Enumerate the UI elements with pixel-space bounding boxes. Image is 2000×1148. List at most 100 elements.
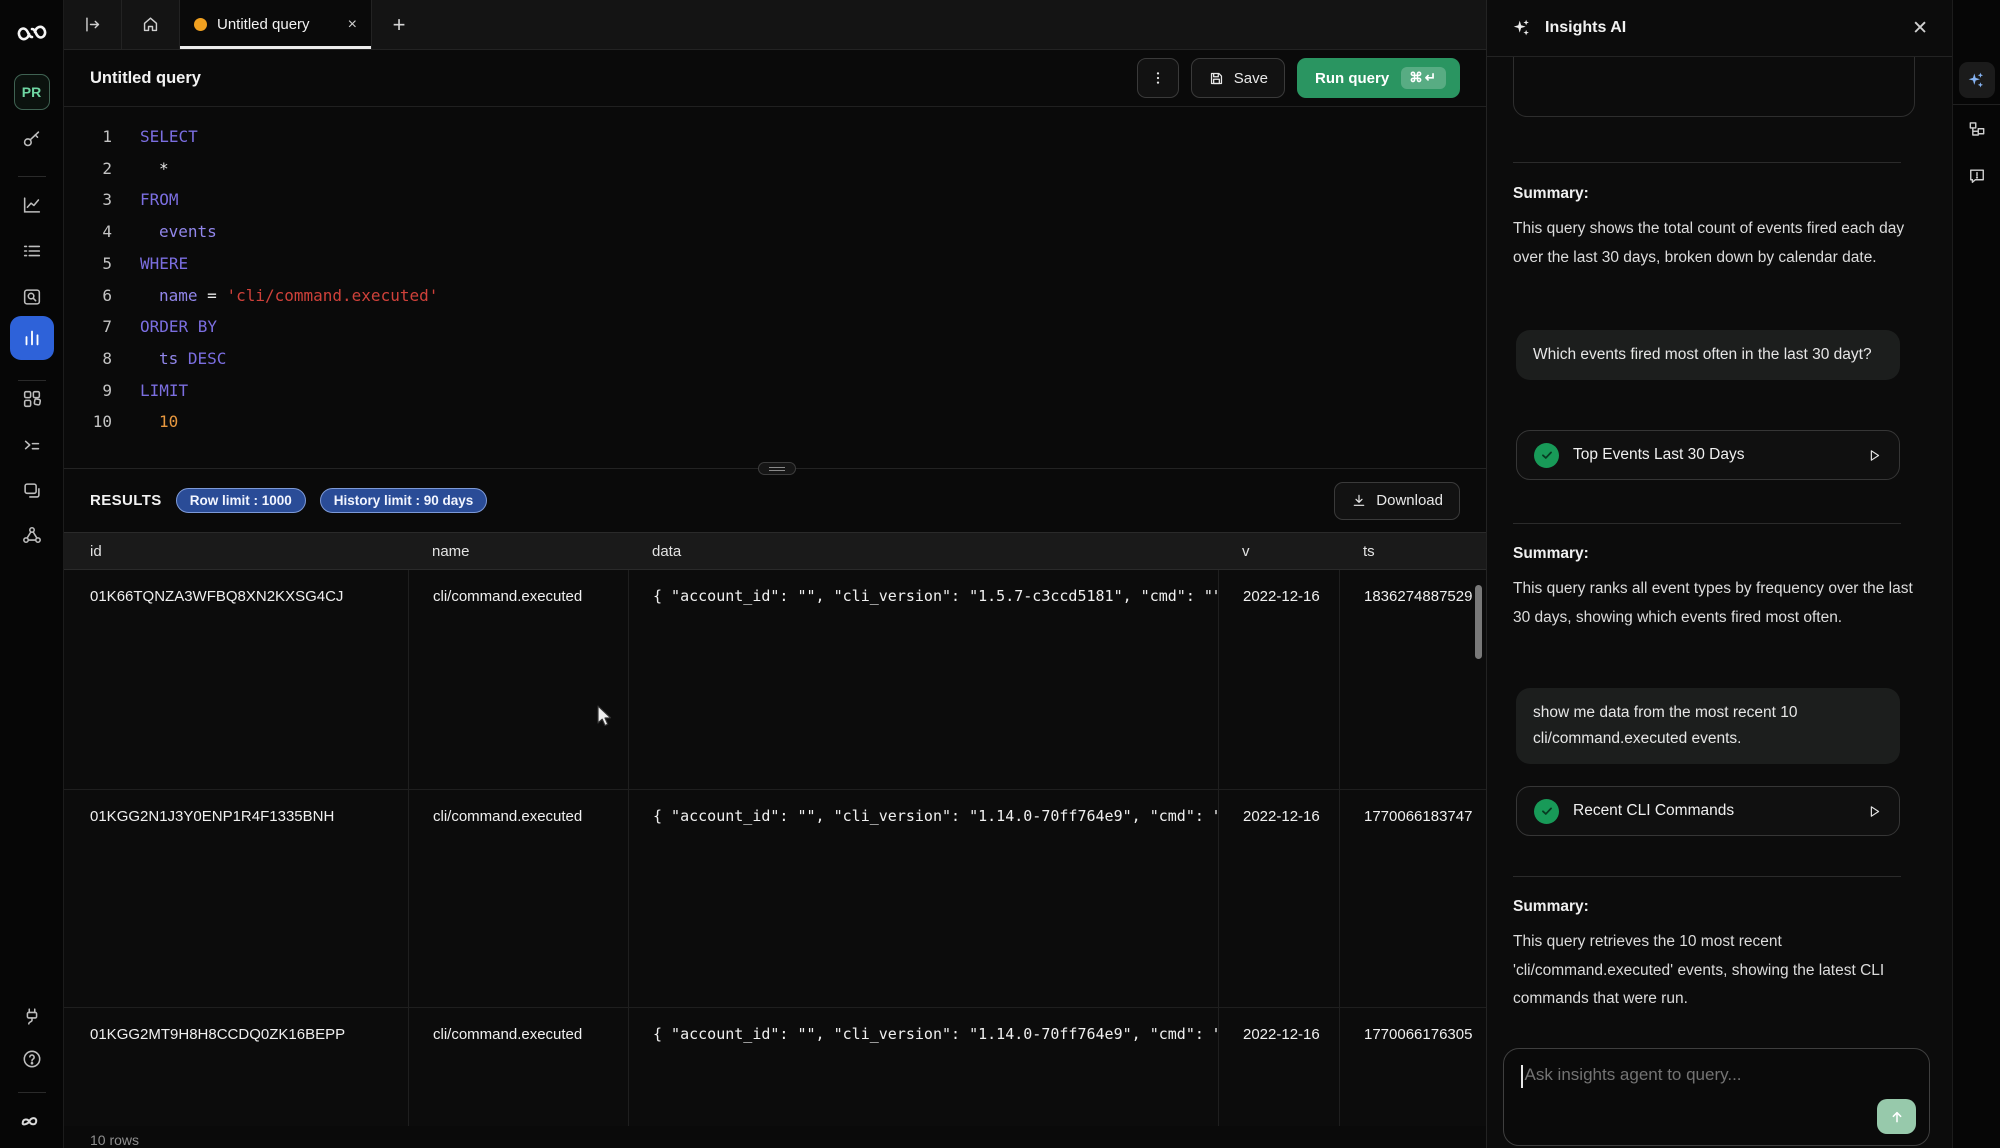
cell-v: 2022-12-16 [1218,790,1339,1007]
table-body: 01K66TQNZA3WFBQ8XN2KXSG4CJ cli/command.e… [64,570,1486,1126]
insights-scroll-area[interactable]: Summary: This query shows the total coun… [1487,57,1952,1148]
cell-name: cli/command.executed [408,570,628,789]
close-panel-icon[interactable]: ✕ [1912,19,1928,38]
query-card-label: Top Events Last 30 Days [1573,446,1744,464]
main-panel: Untitled query × + Untitled query Save R… [64,0,1486,1148]
download-button[interactable]: Download [1334,482,1460,520]
summary-text: This query shows the total count of even… [1513,215,1913,272]
schema-tree-icon[interactable] [1959,112,1995,148]
history-limit-badge[interactable]: History limit : 90 days [320,488,488,513]
unsaved-dot-icon [194,18,207,31]
user-question-bubble: Which events fired most often in the las… [1516,330,1900,380]
sidebar-divider [18,380,46,381]
input-placeholder: Ask insights agent to query... [1525,1065,1742,1085]
run-query-button[interactable]: Run query ⌘↵ [1297,58,1460,98]
code-line: 1010 [64,406,1486,438]
metrics-chart-icon[interactable] [21,194,43,216]
code-line: 5WHERE [64,248,1486,280]
text-caret [1521,1065,1523,1088]
check-circle-icon [1534,799,1559,824]
tab-close-icon[interactable]: × [348,17,357,33]
code-line: 1SELECT [64,121,1486,153]
app-window: PR [0,0,2000,1148]
key-icon[interactable] [21,128,43,150]
summary-heading: Summary: [1513,898,1589,916]
column-header-id[interactable]: id [64,543,408,560]
functions-terminal-icon[interactable] [21,434,43,456]
suggested-query-card-top-events[interactable]: Top Events Last 30 Days [1516,430,1900,480]
section-divider [1513,523,1901,524]
cell-ts: 1836274887529 [1339,570,1486,789]
cell-ts: 1770066176305 [1339,1008,1486,1126]
help-icon[interactable] [21,1048,43,1070]
column-header-ts[interactable]: ts [1339,543,1486,560]
webhook-icon[interactable] [21,524,43,546]
query-card-label: Recent CLI Commands [1573,802,1734,820]
new-tab-button[interactable]: + [372,0,426,49]
cell-data-json: { "account_id": "", "cli_version": "1.14… [628,1008,1218,1126]
collapse-sidebar-icon[interactable] [64,0,122,49]
table-row[interactable]: 01KGG2MT9H8H8CCDQ0ZK16BEPP cli/command.e… [64,1008,1486,1126]
results-label: RESULTS [90,492,162,509]
sql-editor[interactable]: 1SELECT 2* 3FROM 4events 5WHERE 6name = … [64,107,1486,468]
save-icon [1208,70,1225,87]
table-row[interactable]: 01K66TQNZA3WFBQ8XN2KXSG4CJ cli/command.e… [64,570,1486,790]
cell-data-json: { "account_id": "", "cli_version": "1.5.… [628,570,1218,789]
column-header-data[interactable]: data [628,543,1218,560]
download-label: Download [1376,492,1443,509]
insights-ai-sparkles-icon[interactable] [1959,62,1995,98]
ask-agent-input[interactable]: Ask insights agent to query... [1503,1048,1930,1146]
code-line: 4events [64,216,1486,248]
cell-id: 01K66TQNZA3WFBQ8XN2KXSG4CJ [64,570,408,789]
sparkles-icon [1511,17,1533,39]
user-question-bubble: show me data from the most recent 10 cli… [1516,688,1900,764]
summary-heading: Summary: [1513,185,1589,203]
insights-header: Insights AI ✕ [1487,0,1952,57]
home-icon[interactable] [122,0,180,49]
event-logs-icon[interactable] [21,240,43,262]
code-line: 6name = 'cli/command.executed' [64,280,1486,312]
integrations-plug-icon[interactable] [21,1006,43,1028]
save-label: Save [1234,70,1268,87]
code-line: 2* [64,153,1486,185]
app-logo-icon[interactable] [15,20,49,46]
insights-bar-chart-icon[interactable] [10,316,54,360]
footer-logo-icon [17,1110,47,1132]
table-scrollbar-thumb[interactable] [1475,585,1482,659]
cell-ts: 1770066183747 [1339,790,1486,1007]
chat-threads-icon[interactable] [21,480,43,502]
tab-label: Untitled query [217,16,310,33]
run-card-play-icon[interactable] [1867,804,1882,819]
table-row[interactable]: 01KGG2N1J3Y0ENP1R4F1335BNH cli/command.e… [64,790,1486,1008]
cell-name: cli/command.executed [408,790,628,1007]
save-button[interactable]: Save [1191,58,1285,98]
cell-name: cli/command.executed [408,1008,628,1126]
column-header-v[interactable]: v [1218,543,1339,560]
column-header-name[interactable]: name [408,543,628,560]
run-card-play-icon[interactable] [1867,448,1882,463]
apps-grid-icon[interactable] [21,388,43,410]
feedback-icon[interactable] [1959,158,1995,194]
download-icon [1351,493,1367,509]
check-circle-icon [1534,443,1559,468]
send-button[interactable] [1877,1099,1916,1134]
search-query-icon[interactable] [21,286,43,308]
mouse-cursor [594,704,616,733]
more-options-button[interactable] [1137,58,1179,98]
run-query-label: Run query [1315,70,1389,87]
tab-bar: Untitled query × + [64,0,1486,50]
workspace-badge[interactable]: PR [14,74,50,110]
sidebar-divider [18,1092,46,1093]
table-footer: 10 rows [64,1126,1486,1148]
tab-untitled-query[interactable]: Untitled query × [180,0,372,49]
code-line: 9LIMIT [64,375,1486,407]
resize-handle[interactable] [758,462,796,475]
sidebar-divider [18,176,46,177]
section-divider [1513,876,1901,877]
run-shortcut-badge: ⌘↵ [1401,67,1446,89]
cell-data-json: { "account_id": "", "cli_version": "1.14… [628,790,1218,1007]
suggested-query-card-recent-cli[interactable]: Recent CLI Commands [1516,786,1900,836]
code-line: 7ORDER BY [64,311,1486,343]
row-limit-badge[interactable]: Row limit : 1000 [176,488,306,513]
query-title: Untitled query [90,69,201,88]
